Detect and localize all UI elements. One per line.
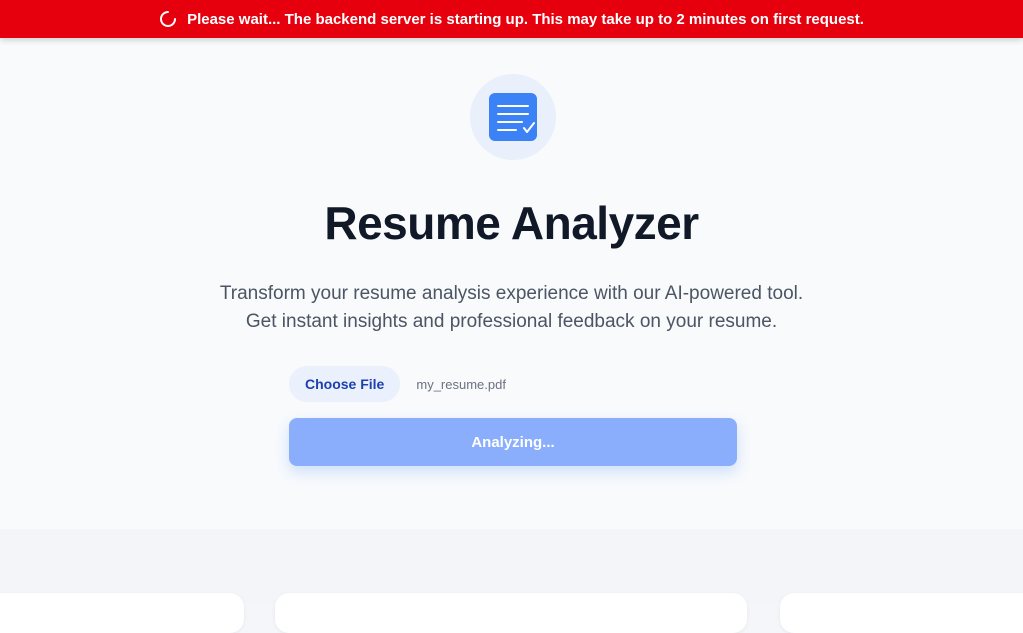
analyze-button[interactable]: Analyzing... <box>289 418 737 466</box>
hero-section: Resume Analyzer Transform your resume an… <box>0 38 1023 529</box>
banner-message: Please wait... The backend server is sta… <box>187 10 864 28</box>
document-check-icon <box>489 93 537 141</box>
server-status-banner: Please wait... The backend server is sta… <box>0 0 1023 38</box>
feature-card <box>780 593 1023 633</box>
selected-file-name: my_resume.pdf <box>416 376 506 392</box>
loading-spinner-icon <box>159 10 177 28</box>
subtitle-line-1: Transform your resume analysis experienc… <box>219 283 804 304</box>
feature-card <box>0 593 244 633</box>
feature-card <box>275 593 747 633</box>
file-input[interactable]: Choose File my_resume.pdf <box>289 366 506 402</box>
page-title: Resume Analyzer <box>324 197 699 249</box>
choose-file-button[interactable]: Choose File <box>289 366 401 402</box>
page-subtitle: Transform your resume analysis experienc… <box>0 280 1023 336</box>
logo-badge <box>470 74 556 160</box>
features-section <box>0 529 1023 633</box>
subtitle-line-2: Get instant insights and professional fe… <box>245 311 778 332</box>
